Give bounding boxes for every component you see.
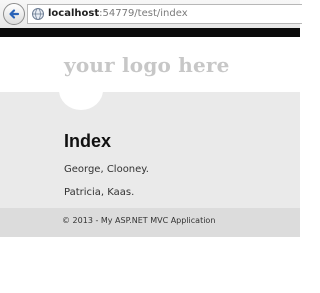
list-item: George, Clooney.: [64, 164, 149, 175]
url-host: localhost: [48, 8, 100, 19]
url-path: :54779/test/index: [99, 8, 188, 19]
main-content: Index George, Clooney. Patricia, Kaas.: [0, 92, 300, 208]
list-item: Patricia, Kaas.: [64, 187, 135, 198]
browser-toolbar: localhost:54779/test/index: [0, 0, 302, 29]
back-arrow-icon: [9, 9, 20, 19]
page-background: [0, 237, 300, 293]
top-strip: [0, 28, 300, 37]
header-tab-decoration: [59, 92, 103, 110]
page-title: Index: [64, 131, 112, 151]
back-button[interactable]: [3, 3, 25, 25]
footer-copyright: © 2013 - My ASP.NET MVC Application: [62, 216, 216, 225]
globe-icon: [32, 8, 44, 20]
site-footer: © 2013 - My ASP.NET MVC Application: [0, 208, 300, 237]
address-bar[interactable]: localhost:54779/test/index: [27, 4, 302, 24]
url-text: localhost:54779/test/index: [48, 8, 188, 20]
site-logo[interactable]: your logo here: [64, 53, 230, 77]
site-header: your logo here: [0, 37, 300, 92]
